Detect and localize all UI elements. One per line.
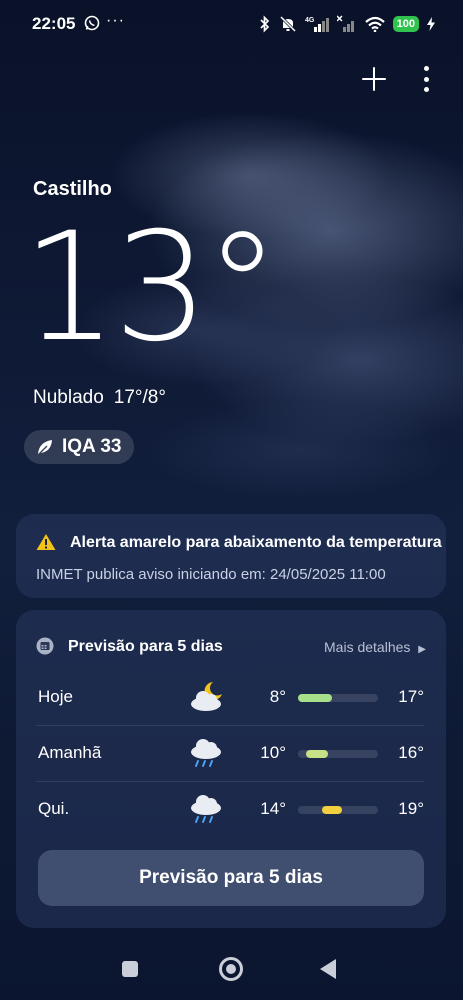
partly-cloudy-night-icon (191, 682, 222, 711)
temperature-range-fill (322, 806, 342, 814)
rain-cloud-icon (191, 795, 221, 823)
recents-button[interactable] (122, 961, 138, 977)
temperature-range-fill (306, 750, 329, 758)
status-bar: 22:05 ··· 4G 100 (0, 0, 463, 48)
rain-cloud-icon (191, 739, 221, 767)
current-temperature: 13° (22, 201, 280, 375)
leaf-icon (38, 440, 52, 455)
forecast-row-thursday[interactable]: Qui. 14° 19° (36, 782, 424, 838)
calendar-icon (36, 637, 54, 655)
forecast-day: Qui. (38, 799, 70, 818)
muted-bell-icon (279, 15, 296, 33)
temperature-range-bar (298, 750, 378, 758)
plus-icon[interactable] (361, 66, 387, 92)
chevron-right-icon: ▶ (418, 644, 426, 655)
forecast-low: 10° (260, 743, 286, 762)
header-actions (361, 66, 429, 92)
back-button[interactable] (320, 959, 336, 979)
condition-text: Nublado (33, 387, 104, 408)
battery-level: 100 (392, 16, 419, 32)
condition-line: Nublado 17°/8° (33, 387, 166, 409)
temperature-range-bar (298, 694, 378, 702)
five-day-forecast-button[interactable]: Previsão para 5 dias (38, 850, 424, 906)
forecast-row-tomorrow[interactable]: Amanhã 10° 16° (36, 726, 424, 782)
network-label: 4G (305, 17, 315, 24)
forecast-high: 16° (398, 743, 424, 762)
bluetooth-icon (260, 15, 269, 33)
alert-title: Alerta amarelo para abaixamento da tempe… (70, 534, 442, 551)
forecast-title: Previsão para 5 dias (68, 638, 223, 655)
more-vertical-icon[interactable] (423, 66, 429, 92)
aqi-badge[interactable]: IQA 33 (24, 430, 134, 464)
more-notifications-icon: ··· (106, 12, 125, 29)
aqi-value: IQA 33 (62, 436, 122, 457)
forecast-low: 14° (260, 799, 286, 818)
charging-icon (427, 17, 435, 31)
city-name: Castilho (33, 178, 112, 200)
home-button[interactable] (219, 957, 243, 981)
status-time: 22:05 (32, 14, 76, 33)
forecast-high: 17° (398, 687, 424, 706)
more-details-label: Mais detalhes (324, 639, 411, 655)
wifi-icon (364, 16, 385, 32)
temperature-range-fill (298, 694, 332, 702)
temperature-range: 17°/8° (113, 387, 166, 408)
warning-icon (36, 534, 56, 550)
system-navigation-bar (0, 950, 463, 990)
status-icons: 4G 100 (259, 12, 435, 36)
temperature-range-bar (298, 806, 378, 814)
forecast-high: 19° (398, 799, 424, 818)
signal-4g-icon: 4G (305, 17, 329, 32)
forecast-low: 8° (269, 687, 286, 706)
signal-no-service-icon (336, 15, 354, 32)
weather-alert-card[interactable]: Alerta amarelo para abaixamento da tempe… (16, 514, 446, 598)
forecast-row-today[interactable]: Hoje 8° 17° (36, 670, 424, 726)
more-details-link[interactable]: Mais detalhes ▶ (324, 639, 426, 655)
forecast-card: Previsão para 5 dias Mais detalhes ▶ Hoj… (16, 610, 446, 928)
forecast-day: Hoje (38, 687, 73, 706)
forecast-day: Amanhã (38, 743, 102, 762)
whatsapp-icon (84, 15, 100, 31)
alert-subtitle: INMET publica aviso iniciando em: 24/05/… (36, 566, 386, 583)
